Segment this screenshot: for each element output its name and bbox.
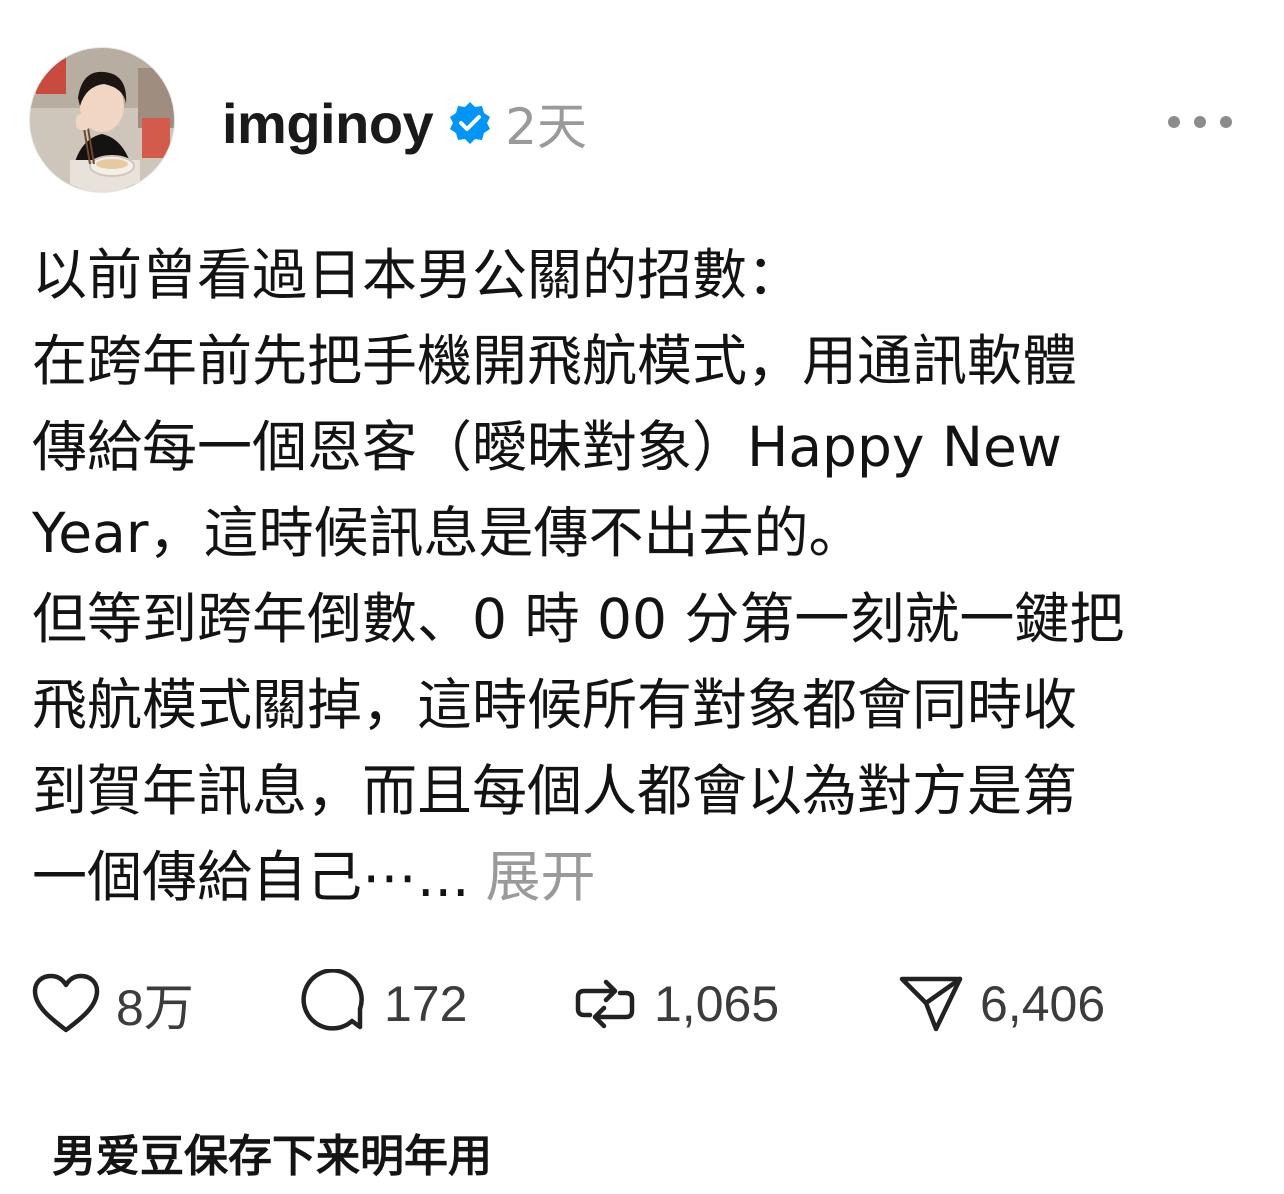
avatar-photo (30, 48, 174, 192)
post-body-line: Year，這時候訊息是傳不出去的。 (32, 501, 864, 565)
more-dot (1168, 116, 1180, 128)
more-options-icon[interactable] (1168, 106, 1232, 138)
like-count: 8万 (116, 980, 194, 1036)
post-header: imginoy 2天 (222, 88, 587, 158)
post-body-line: 一個傳給自己⋯... (32, 845, 470, 909)
heart-icon (30, 972, 102, 1036)
thread-post: imginoy 2天 以前曾看過日本男公關的招數： 在跨年前先把手機開飛航模式，… (0, 0, 1284, 1060)
post-actions: 8万 172 1,065 6,406 (30, 968, 1230, 1040)
post-body: 以前曾看過日本男公關的招數： 在跨年前先把手機開飛航模式，用通訊軟體 傳給每一個… (32, 232, 1222, 920)
verified-badge-icon (447, 100, 493, 146)
more-dot (1220, 116, 1232, 128)
post-body-line: 傳給每一個恩客（曖昧對象）Happy New (32, 415, 1062, 479)
post-body-line: 在跨年前先把手機開飛航模式，用通訊軟體 (32, 329, 1078, 393)
share-count: 6,406 (980, 976, 1106, 1032)
avatar[interactable] (30, 48, 174, 192)
username[interactable]: imginoy (222, 91, 434, 156)
post-body-last-line: 一個傳給自己⋯... 展开 (32, 834, 1222, 920)
comment-count: 172 (384, 976, 468, 1032)
caption-text: 男爱豆保存下来明年用 (52, 1131, 492, 1182)
post-body-line: 以前曾看過日本男公關的招數： (32, 243, 803, 307)
repost-button[interactable]: 1,065 (570, 968, 779, 1040)
post-body-line: 但等到跨年倒數、0 時 00 分第一刻就一鍵把 (32, 587, 1125, 651)
share-button[interactable]: 6,406 (896, 968, 1105, 1040)
send-icon (896, 969, 966, 1039)
post-body-line: 到賀年訊息，而且每個人都會以為對方是第 (32, 759, 1078, 823)
repost-icon (570, 969, 640, 1039)
post-timestamp: 2天 (505, 98, 587, 156)
post-body-line: 飛航模式關掉，這時候所有對象都會同時收 (32, 673, 1078, 737)
expand-button[interactable]: 展开 (485, 845, 595, 909)
comment-button[interactable]: 172 (300, 968, 467, 1040)
repost-count: 1,065 (654, 976, 780, 1032)
comment-bubble-icon (300, 969, 370, 1039)
like-button[interactable]: 8万 (30, 968, 194, 1040)
more-dot (1194, 116, 1206, 128)
